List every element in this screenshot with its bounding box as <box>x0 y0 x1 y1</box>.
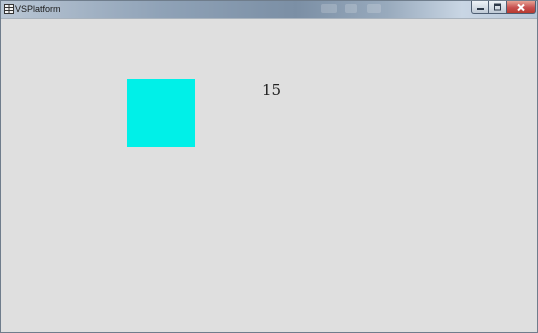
app-window: VSPlatform 15 <box>0 0 538 333</box>
close-icon <box>517 3 525 11</box>
minimize-button[interactable] <box>471 1 489 14</box>
cyan-square <box>127 79 195 147</box>
window-grid-icon[interactable] <box>4 4 14 14</box>
titlebar-glare <box>345 4 357 13</box>
client-area: 15 <box>1 18 537 332</box>
titlebar-glare <box>367 4 381 13</box>
title-bar[interactable]: VSPlatform <box>1 1 537 18</box>
window-title: VSPlatform <box>15 4 61 14</box>
maximize-button[interactable] <box>489 1 507 14</box>
titlebar-glare <box>321 4 337 13</box>
maximize-icon <box>494 3 501 11</box>
close-button[interactable] <box>507 1 536 14</box>
value-label: 15 <box>262 81 282 99</box>
minimize-icon <box>476 8 484 10</box>
